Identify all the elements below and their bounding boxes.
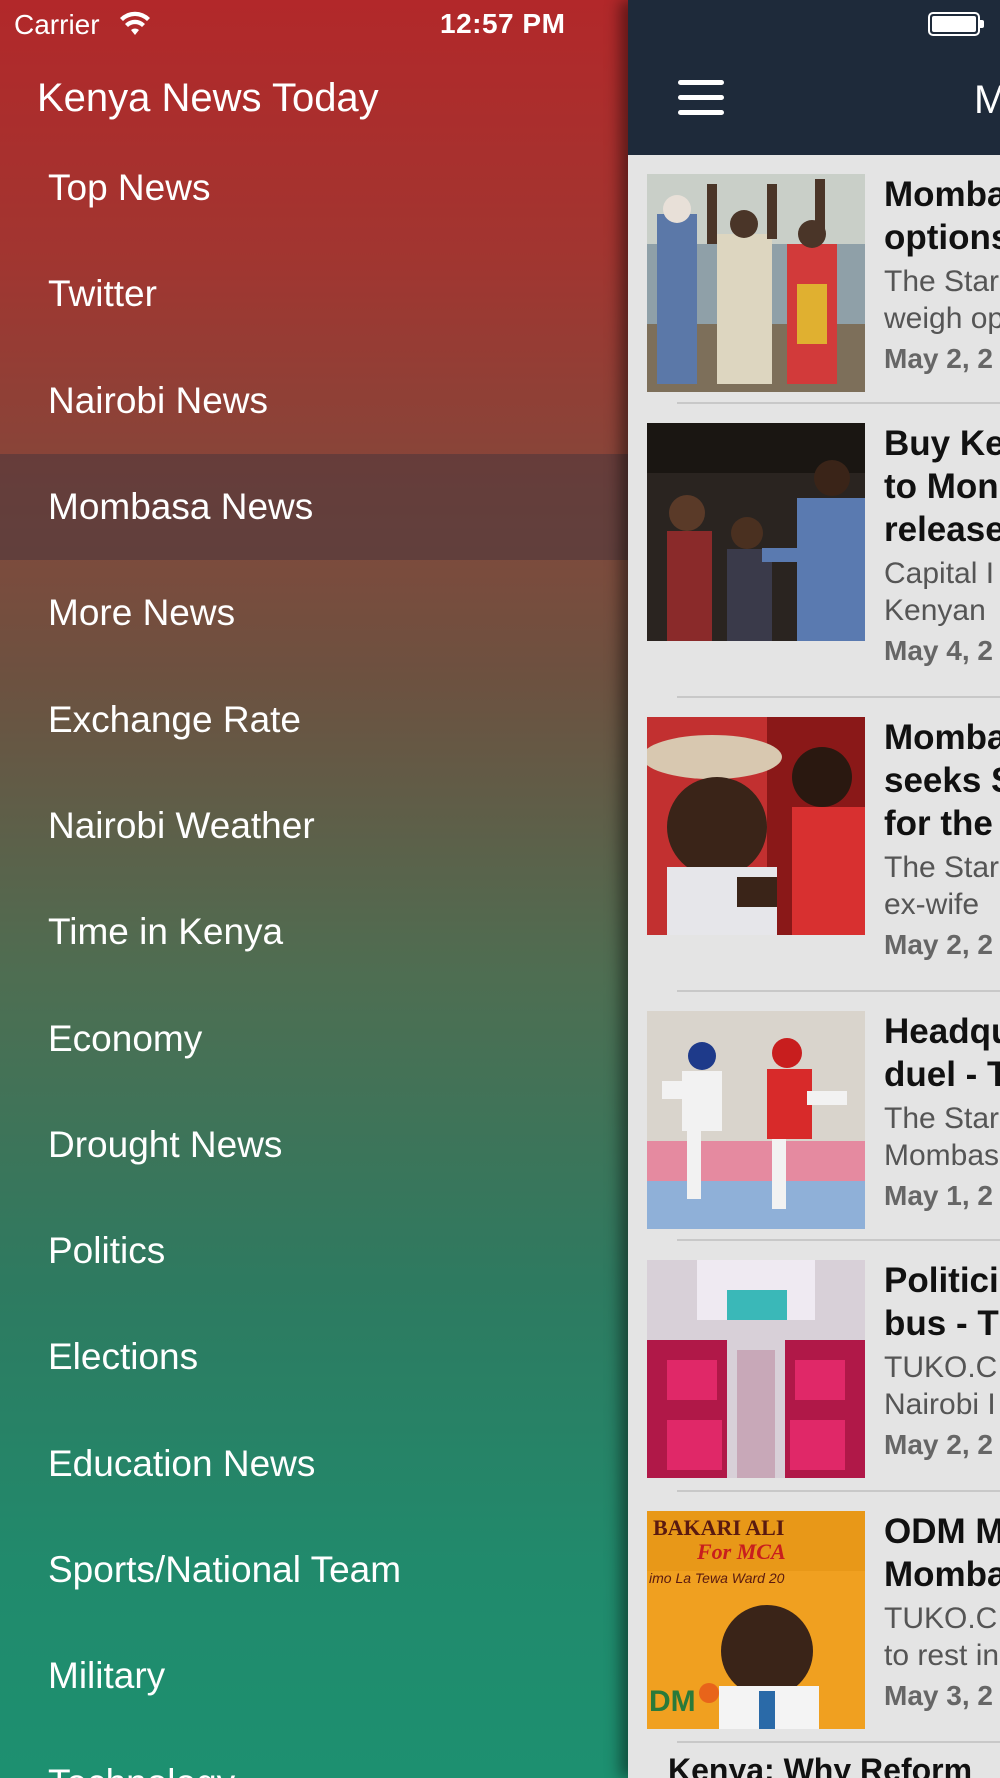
hamburger-icon[interactable]: [678, 80, 724, 118]
menu-item-politics[interactable]: Politics: [0, 1198, 628, 1304]
article-date: May 2, 2: [884, 343, 993, 374]
carrier-label: Carrier: [14, 9, 100, 40]
menu-item-drought-news[interactable]: Drought News: [0, 1092, 628, 1198]
article-summary: TUKO.C Nairobi I: [884, 1351, 998, 1421]
article-title: Momba seeks S for the: [884, 718, 1000, 843]
drawer-title: Kenya News Today: [37, 76, 379, 120]
next-article-title[interactable]: Kenya: Why Reform: [668, 1752, 972, 1778]
article-thumbnail: [647, 1011, 865, 1229]
article-summary: The Star ex-wife: [884, 851, 1000, 921]
article-item[interactable]: Politici bus - T TUKO.C Nairobi I May 2,…: [628, 1241, 1000, 1492]
svg-text:imo La Tewa Ward 20: imo La Tewa Ward 20: [649, 1570, 785, 1586]
article-summary: Capital I Kenyan: [884, 557, 995, 627]
menu-item-exchange-rate[interactable]: Exchange Rate: [0, 666, 628, 772]
article-date: May 2, 2: [884, 1429, 993, 1460]
menu-item-twitter[interactable]: Twitter: [0, 241, 628, 347]
article-title: Politici bus - T: [884, 1261, 999, 1343]
article-date: May 1, 2: [884, 1180, 993, 1211]
menu-item-economy[interactable]: Economy: [0, 985, 628, 1091]
side-drawer: Kenya News Today Top News Twitter Nairob…: [0, 0, 628, 1778]
article-thumbnail: [647, 174, 865, 392]
menu-item-nairobi-news[interactable]: Nairobi News: [0, 348, 628, 454]
svg-text:For MCA: For MCA: [696, 1539, 786, 1564]
menu-item-sports-national-team[interactable]: Sports/National Team: [0, 1517, 628, 1623]
drawer-menu: Top News Twitter Nairobi News Mombasa Ne…: [0, 135, 628, 1778]
article-summary: The Star Mombas: [884, 1102, 1000, 1172]
menu-item-military[interactable]: Military: [0, 1623, 628, 1729]
article-title: Headqu duel - T: [884, 1012, 1000, 1094]
article-list: Momba options The Star weigh op May 2, 2: [628, 155, 1000, 1743]
menu-item-time-in-kenya[interactable]: Time in Kenya: [0, 879, 628, 985]
article-item[interactable]: Buy Ke to Mon release Capital I Kenyan M…: [628, 404, 1000, 698]
article-title: Momba options: [884, 175, 1000, 257]
article-thumbnail: [647, 717, 865, 935]
article-date: May 2, 2: [884, 929, 993, 960]
menu-item-elections[interactable]: Elections: [0, 1304, 628, 1410]
menu-item-more-news[interactable]: More News: [0, 560, 628, 666]
article-item[interactable]: Headqu duel - T The Star Mombas May 1, 2: [628, 992, 1000, 1241]
article-summary: The Star weigh op: [884, 265, 1000, 335]
article-item[interactable]: Momba options The Star weigh op May 2, 2: [628, 155, 1000, 404]
menu-item-technology[interactable]: Technology: [0, 1729, 628, 1778]
battery-icon: [928, 12, 984, 36]
article-date: May 3, 2: [884, 1680, 993, 1711]
nav-title: M: [974, 78, 1000, 122]
article-thumbnail: [647, 1260, 865, 1478]
article-item[interactable]: Momba seeks S for the The Star ex-wife M…: [628, 698, 1000, 992]
article-thumbnail: BAKARI ALI For MCA imo La Tewa Ward 20 D…: [647, 1511, 865, 1729]
svg-text:BAKARI ALI: BAKARI ALI: [653, 1515, 784, 1540]
menu-item-top-news[interactable]: Top News: [0, 135, 628, 241]
article-thumbnail: [647, 423, 865, 641]
menu-item-nairobi-weather[interactable]: Nairobi Weather: [0, 773, 628, 879]
status-bar: Carrier 12:57 PM: [0, 0, 1000, 50]
main-panel: M Momba options The Star weigh op May 2,…: [628, 0, 1000, 1778]
menu-item-education-news[interactable]: Education News: [0, 1411, 628, 1517]
svg-text:DM: DM: [649, 1685, 696, 1718]
article-date: May 4, 2: [884, 635, 993, 666]
article-item[interactable]: BAKARI ALI For MCA imo La Tewa Ward 20 D…: [628, 1492, 1000, 1743]
article-title: Buy Ke to Mon release: [884, 424, 1000, 549]
wifi-icon: [120, 11, 150, 35]
article-summary: TUKO.C to rest in: [884, 1602, 1000, 1672]
status-time: 12:57 PM: [440, 8, 566, 39]
article-title: ODM M Momba: [884, 1512, 1000, 1594]
menu-item-mombasa-news[interactable]: Mombasa News: [0, 453, 628, 561]
